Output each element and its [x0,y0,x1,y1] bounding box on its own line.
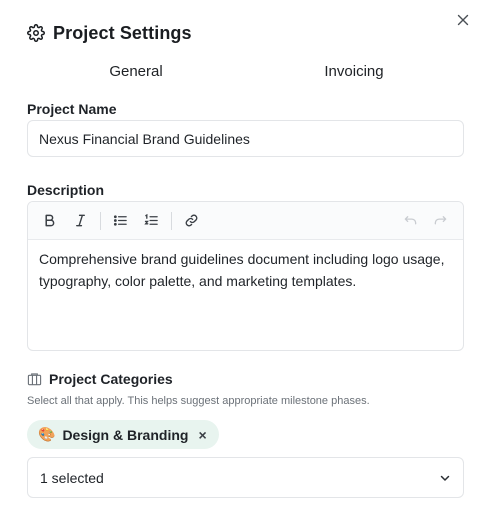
categories-helper-text: Select all that apply. This helps sugges… [27,395,370,407]
columns-icon [27,372,42,387]
category-chip: 🎨 Design & Branding × [27,420,219,449]
toolbar-divider [171,211,172,230]
close-icon [457,14,469,26]
gear-icon [27,24,45,42]
italic-icon [75,214,85,227]
dialog-title: Project Settings [53,22,192,43]
categories-header: Project Categories [27,371,173,387]
tab-invoicing[interactable]: Invoicing [245,58,463,86]
tab-bar: General Invoicing [27,58,463,86]
undo-button[interactable] [397,208,423,234]
history-controls [397,208,457,234]
description-editor: Comprehensive brand guidelines document … [27,201,464,351]
dialog-header: Project Settings [27,21,192,45]
chip-label: Design & Branding [62,426,189,443]
select-value: 1 selected [40,469,104,486]
bullet-list-button[interactable] [107,208,133,234]
categories-label: Project Categories [49,371,173,387]
chevron-down-icon [439,472,451,484]
bold-button[interactable] [36,208,62,234]
numbered-list-icon [143,213,158,225]
project-name-label: Project Name [27,101,117,117]
bold-icon [44,214,54,227]
project-settings-dialog: Project Settings General Invoicing Proje… [0,0,490,515]
remove-chip-button[interactable]: × [198,427,206,443]
link-icon [185,214,197,227]
editor-toolbar [28,202,463,240]
categories-select[interactable]: 1 selected [27,457,464,498]
tab-general[interactable]: General [27,58,245,86]
close-button[interactable] [453,10,473,30]
toolbar-divider [100,211,101,230]
numbered-list-button[interactable] [138,208,164,234]
undo-icon [404,216,416,225]
bullet-list-icon [113,215,127,226]
palette-icon: 🎨 [38,426,56,442]
description-label: Description [27,182,105,198]
redo-icon [434,216,446,225]
redo-button[interactable] [427,208,453,234]
italic-button[interactable] [67,208,93,234]
project-name-input[interactable]: Nexus Financial Brand Guidelines [27,120,464,157]
link-button[interactable] [178,208,204,234]
description-text-area[interactable]: Comprehensive brand guidelines document … [28,240,463,300]
